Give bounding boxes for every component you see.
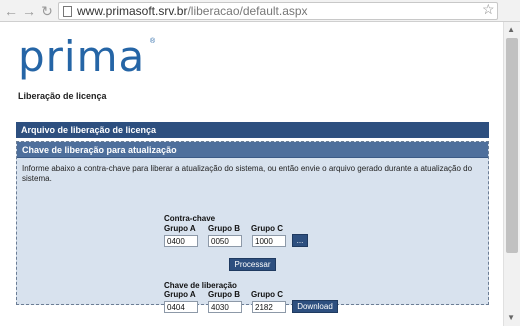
prima-logo: prima	[18, 32, 146, 81]
chave-group-a-input[interactable]	[164, 301, 198, 313]
page-content: prima ® Liberação de licença Arquivo de …	[0, 22, 503, 326]
download-button[interactable]: Download	[292, 300, 338, 313]
bookmark-star-icon[interactable]: ☆	[482, 1, 495, 18]
chave-panel-title[interactable]: Chave de liberação para atualização	[17, 142, 488, 158]
chave-liberacao-label: Chave de liberação	[164, 281, 237, 290]
contra-chave-label: Contra-chave	[164, 214, 216, 223]
contra-group-b-input[interactable]	[208, 235, 242, 247]
forward-arrow-icon[interactable]: →	[22, 3, 36, 19]
scroll-up-arrow-icon[interactable]: ▲	[507, 25, 515, 34]
browse-file-button[interactable]: ...	[292, 234, 308, 247]
address-bar[interactable]: www.primasoft.srv.br/liberacao/default.a…	[58, 2, 498, 20]
url-domain: www.primasoft.srv.br	[77, 4, 188, 18]
scroll-down-arrow-icon[interactable]: ▼	[507, 313, 515, 322]
page-title: Liberação de licença	[18, 91, 107, 101]
instructions-text: Informe abaixo a contra-chave para liber…	[22, 164, 473, 183]
contra-group-a-input[interactable]	[164, 235, 198, 247]
contra-group-a-label: Grupo A	[164, 224, 196, 233]
browser-toolbar: ← → ↻ www.primasoft.srv.br/liberacao/def…	[0, 0, 520, 22]
chave-group-b-input[interactable]	[208, 301, 242, 313]
back-arrow-icon[interactable]: ←	[4, 3, 18, 19]
reload-icon[interactable]: ↻	[40, 3, 54, 19]
chave-group-a-label: Grupo A	[164, 290, 196, 299]
registered-mark: ®	[150, 38, 156, 45]
url-path: /liberacao/default.aspx	[187, 4, 308, 18]
scrollbar-thumb[interactable]	[506, 38, 518, 253]
chave-group-c-input[interactable]	[252, 301, 286, 313]
chave-group-b-label: Grupo B	[208, 290, 240, 299]
chave-liberacao-panel: Chave de liberação para atualização Info…	[16, 141, 489, 313]
contra-group-c-input[interactable]	[252, 235, 286, 247]
arquivo-liberacao-header[interactable]: Arquivo de liberação de licença	[16, 122, 489, 138]
processar-button[interactable]: Processar	[229, 258, 276, 271]
contra-group-b-label: Grupo B	[208, 224, 240, 233]
chave-group-c-label: Grupo C	[251, 290, 283, 299]
url-text: www.primasoft.srv.br/liberacao/default.a…	[77, 3, 308, 19]
contra-group-c-label: Grupo C	[251, 224, 283, 233]
page-icon	[63, 6, 72, 17]
